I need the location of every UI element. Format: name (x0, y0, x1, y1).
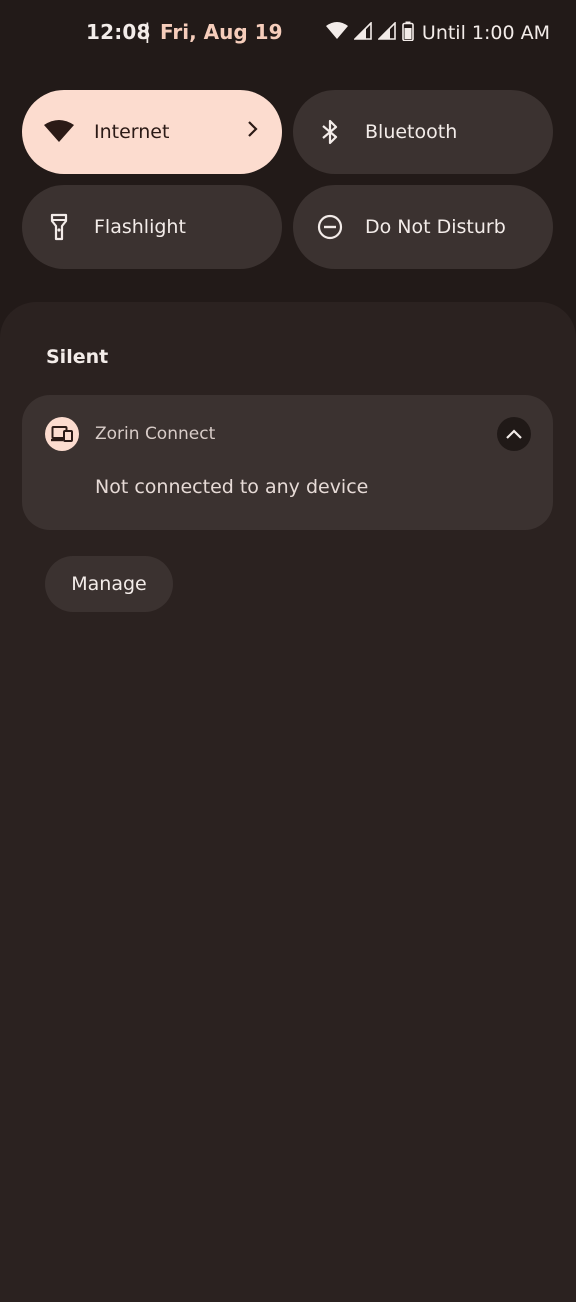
status-bar: 12:08 | Fri, Aug 19 Until 1:00 AM (0, 0, 576, 64)
status-date: Fri, Aug 19 (160, 20, 283, 44)
chevron-up-icon (506, 429, 522, 439)
notification-text: Not connected to any device (95, 476, 369, 498)
tile-flashlight-label: Flashlight (94, 216, 186, 238)
tile-internet-label: Internet (94, 121, 170, 143)
chevron-right-icon (246, 120, 258, 142)
devices-icon (45, 417, 79, 451)
flashlight-icon (44, 212, 74, 242)
section-title-silent: Silent (46, 346, 109, 368)
tile-internet[interactable]: Internet (22, 90, 282, 174)
signal-icon (376, 21, 396, 44)
wifi-icon (325, 22, 348, 44)
manage-button[interactable]: Manage (45, 556, 173, 612)
collapse-button[interactable] (497, 417, 531, 451)
wifi-icon (44, 117, 74, 147)
status-time: 12:08 (86, 20, 151, 44)
battery-icon (402, 21, 414, 45)
tile-do-not-disturb[interactable]: Do Not Disturb (293, 185, 553, 269)
bluetooth-icon (315, 117, 345, 147)
notification-card[interactable]: Zorin Connect Not connected to any devic… (22, 395, 553, 530)
tile-bluetooth[interactable]: Bluetooth (293, 90, 553, 174)
signal-icon (352, 21, 372, 44)
status-separator: | (144, 19, 151, 43)
status-icons: Until 1:00 AM (325, 20, 550, 46)
tile-bluetooth-label: Bluetooth (365, 121, 458, 143)
battery-saver-text: Until 1:00 AM (421, 22, 550, 44)
notification-app-name: Zorin Connect (95, 424, 216, 444)
do-not-disturb-icon (315, 212, 345, 242)
tile-do-not-disturb-label: Do Not Disturb (365, 216, 506, 238)
tile-flashlight[interactable]: Flashlight (22, 185, 282, 269)
